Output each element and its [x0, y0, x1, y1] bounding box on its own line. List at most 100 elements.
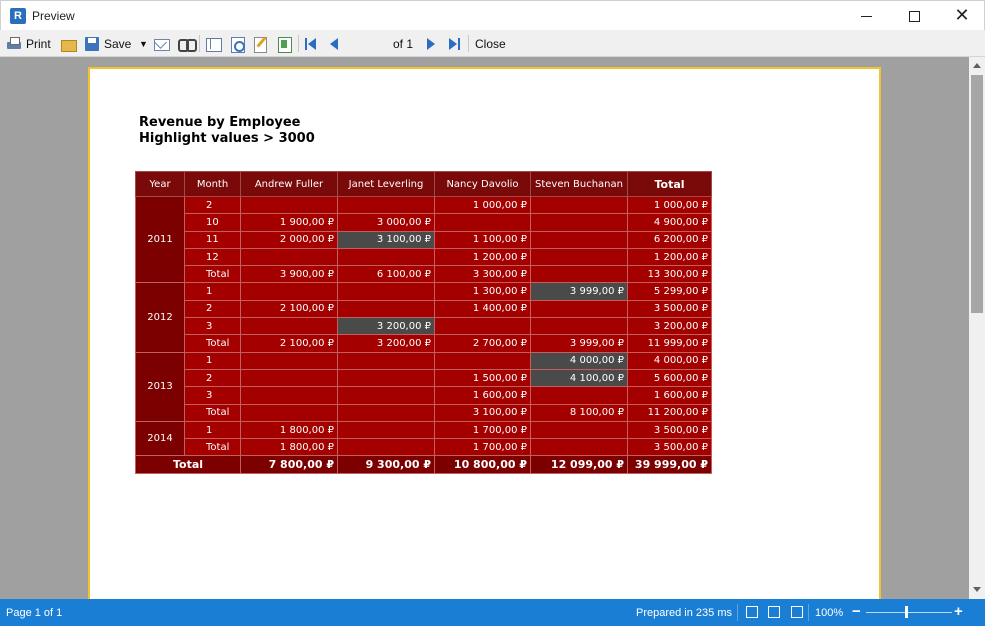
- first-page-button[interactable]: [305, 30, 316, 57]
- value-cell: [240, 317, 338, 336]
- zoom-slider[interactable]: [866, 612, 952, 613]
- last-page-button[interactable]: [449, 30, 460, 57]
- close-button[interactable]: Close: [475, 30, 506, 57]
- value-cell: 1 300,00 ₽: [434, 282, 531, 301]
- column-header: Andrew Fuller: [240, 171, 338, 197]
- column-header: Janet Leverling: [337, 171, 435, 197]
- status-divider: [737, 604, 738, 621]
- value-cell: 5 600,00 ₽: [627, 368, 712, 388]
- status-prepared-text: Prepared in 235 ms: [636, 607, 732, 619]
- print-button[interactable]: Print: [6, 30, 51, 57]
- actual-size-icon[interactable]: [791, 606, 803, 618]
- month-cell: 3: [184, 386, 241, 405]
- month-cell: 11: [184, 230, 241, 249]
- table-row: 22 100,00 ₽ 1 400,00 ₽ 3 500,00 ₽: [136, 299, 712, 319]
- report-subtitle: Highlight values > 3000: [139, 131, 315, 146]
- value-cell: [337, 438, 435, 457]
- report-page: Revenue by Employee Highlight values > 3…: [88, 67, 881, 599]
- year-cell: 2011: [135, 195, 185, 284]
- chevron-down-icon: ▼: [139, 38, 148, 49]
- toolbar-divider: [298, 35, 299, 52]
- value-cell: 2 000,00 ₽: [240, 230, 338, 249]
- zoom-out-button[interactable]: −: [852, 603, 861, 620]
- scroll-down-icon[interactable]: [973, 587, 981, 592]
- app-icon: R: [10, 8, 26, 24]
- minimize-button[interactable]: [843, 1, 889, 31]
- zoom-in-button[interactable]: +: [954, 603, 963, 620]
- table-row: Total 3 900,00 ₽6 100,00 ₽3 300,00 ₽ 13 30…: [136, 265, 712, 284]
- next-page-button[interactable]: [427, 30, 435, 57]
- revenue-table: Year Month Andrew Fuller Janet Leverling Nan…: [135, 171, 712, 474]
- table-row: Total 1 800,00 ₽ 1 700,00 ₽ 3 500,00 ₽: [136, 438, 712, 457]
- value-cell: 1 800,00 ₽: [240, 420, 338, 440]
- binoculars-icon: [178, 36, 197, 52]
- grand-total-cell: 10 800,00 ₽: [434, 455, 531, 474]
- value-cell: 4 000,00 ₽: [530, 351, 628, 370]
- value-cell: 13 300,00 ₽: [627, 265, 712, 284]
- zoom-slider-thumb[interactable]: [905, 606, 908, 618]
- value-cell: 4 000,00 ₽: [627, 351, 712, 370]
- value-cell: [530, 317, 628, 336]
- value-cell: 1 600,00 ₽: [434, 386, 531, 405]
- find-button[interactable]: [178, 30, 197, 57]
- table-row: Total 2 100,00 ₽3 200,00 ₽2 700,00 ₽3 999…: [136, 334, 712, 353]
- table-row: Total 3 100,00 ₽8 100,00 ₽11 200,00 ₽: [136, 403, 712, 422]
- value-cell: 2 100,00 ₽: [240, 299, 338, 319]
- preview-viewport[interactable]: Revenue by Employee Highlight values > 3…: [0, 57, 969, 599]
- month-cell: 10: [184, 213, 241, 232]
- value-cell: 8 100,00 ₽: [530, 403, 628, 422]
- vertical-scrollbar[interactable]: [969, 57, 985, 599]
- value-cell: 3 100,00 ₽: [337, 230, 435, 249]
- value-cell: 2 100,00 ₽: [240, 334, 338, 353]
- value-cell: 1 200,00 ₽: [434, 247, 531, 267]
- value-cell: 1 200,00 ₽: [627, 247, 712, 267]
- whole-page-icon[interactable]: [768, 606, 780, 618]
- grand-total-cell: 9 300,00 ₽: [337, 455, 435, 474]
- year-cell: 2014: [135, 420, 185, 457]
- send-email-button[interactable]: [153, 30, 170, 57]
- maximize-button[interactable]: [891, 1, 937, 31]
- value-cell: [530, 195, 628, 215]
- outline-panel-icon: [205, 36, 222, 52]
- value-cell: [337, 247, 435, 267]
- prev-page-button[interactable]: [330, 30, 338, 57]
- value-cell: 4 100,00 ₽: [530, 368, 628, 388]
- value-cell: 1 000,00 ₽: [434, 195, 531, 215]
- value-cell: 3 100,00 ₽: [434, 403, 531, 422]
- edit-pencil-icon: [252, 36, 268, 53]
- open-button[interactable]: [60, 30, 77, 57]
- value-cell: [530, 213, 628, 232]
- toolbar: Print Save ▼ of 1 Close: [0, 30, 985, 83]
- close-window-button[interactable]: ✕: [939, 1, 985, 31]
- table-row: 2012 1 1 300,00 ₽3 999,00 ₽5 299,00 ₽: [135, 282, 712, 353]
- scroll-thumb[interactable]: [971, 75, 983, 313]
- page-setup-button[interactable]: [229, 30, 245, 57]
- value-cell: [337, 386, 435, 405]
- month-cell: 3: [184, 317, 241, 336]
- value-cell: [434, 213, 531, 232]
- next-page-icon: [427, 37, 435, 50]
- value-cell: [530, 265, 628, 284]
- value-cell: [337, 195, 435, 215]
- status-page-text: Page 1 of 1: [6, 607, 63, 619]
- value-cell: 11 999,00 ₽: [627, 334, 712, 353]
- table-row: 10 1 900,00 ₽3 000,00 ₽ 4 900,00 ₽: [136, 213, 712, 232]
- status-divider: [808, 604, 809, 621]
- value-cell: 6 200,00 ₽: [627, 230, 712, 249]
- value-cell: [530, 386, 628, 405]
- edit-page-button[interactable]: [252, 30, 268, 57]
- save-button[interactable]: Save: [84, 30, 131, 57]
- value-cell: [530, 247, 628, 267]
- value-cell: [530, 438, 628, 457]
- outline-button[interactable]: [205, 30, 222, 57]
- minimize-icon: [860, 15, 872, 17]
- value-cell: 1 600,00 ₽: [627, 386, 712, 405]
- scroll-up-icon[interactable]: [973, 63, 981, 68]
- watermark-button[interactable]: [276, 30, 292, 57]
- value-cell: 3 500,00 ₽: [627, 299, 712, 319]
- prev-page-icon: [330, 37, 338, 50]
- table-row: 2011 2 1 000,00 ₽ 1 000,00 ₽: [135, 195, 712, 284]
- print-label: Print: [26, 36, 51, 51]
- page-width-icon[interactable]: [746, 606, 758, 618]
- save-dropdown-button[interactable]: ▼: [139, 30, 148, 57]
